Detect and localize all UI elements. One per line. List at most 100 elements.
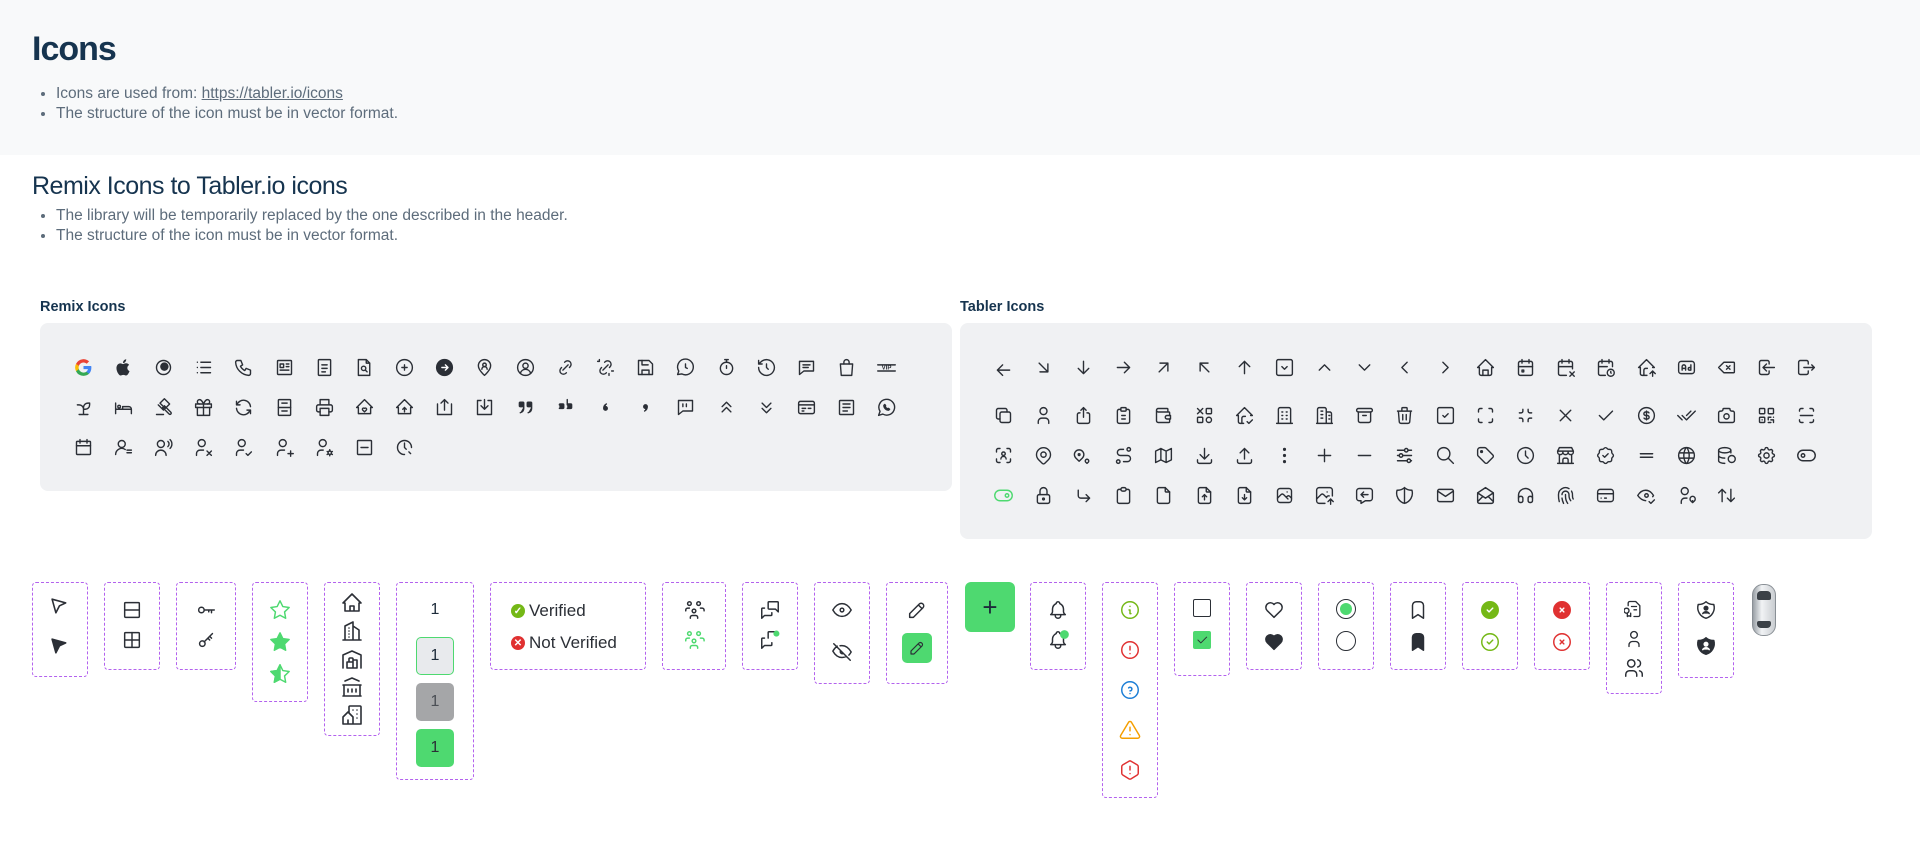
bed-icon: [103, 387, 143, 427]
visibility-group: [814, 582, 870, 684]
note-source-text: Icons are used from:: [56, 85, 202, 102]
users-group: [662, 582, 726, 670]
bookmark-group: [1390, 582, 1446, 670]
user-check-icon: [224, 427, 264, 467]
tabler-link[interactable]: https://tabler.io/icons: [202, 85, 343, 102]
message-quote-icon: [666, 387, 706, 427]
radio-selected[interactable]: [1336, 599, 1356, 619]
car-windshield: [1757, 591, 1771, 600]
key-horizontal-icon: [197, 606, 215, 614]
printer-icon: [304, 387, 344, 427]
remix-icons-panel: VIP: [40, 323, 952, 491]
radio-group: [1318, 582, 1374, 670]
id-badge-icon: [786, 387, 826, 427]
checkmark-icon: [1197, 636, 1208, 644]
copy-icon: [983, 395, 1023, 435]
not-verified-label: Not Verified: [529, 633, 617, 652]
remix-label: Remix Icons: [40, 299, 126, 315]
chevron-up-icon: [1305, 347, 1345, 387]
key-icon: [198, 632, 214, 648]
gift-icon: [184, 387, 224, 427]
file-download-icon: [1224, 475, 1264, 515]
minimize-icon: [1505, 395, 1545, 435]
alert-hexagon-icon: [1121, 760, 1139, 780]
user-types-group: [1606, 582, 1662, 694]
link-icon: [545, 347, 585, 387]
users-group-icon: [685, 601, 705, 619]
dots-vertical-icon: [1264, 435, 1304, 475]
logout-icon: [1787, 347, 1827, 387]
arrow-up-right-icon: [1144, 347, 1184, 387]
tag-icon: [1465, 435, 1505, 475]
arrow-up-left-icon: [1184, 347, 1224, 387]
user-plus-icon: [264, 427, 304, 467]
shield-user-group: [1678, 582, 1734, 678]
notification-group: [1030, 582, 1086, 670]
history-icon: [746, 347, 786, 387]
note-source: Icons are used from: https://tabler.io/i…: [56, 84, 398, 104]
equal-icon: [1626, 435, 1666, 475]
checkbox-unchecked[interactable]: [1193, 599, 1211, 617]
section-notes: The library will be temporarily replaced…: [56, 206, 568, 245]
lock-icon: [1023, 475, 1063, 515]
eye-icon: [832, 602, 852, 618]
verified-label: Verified: [529, 601, 586, 620]
number-active[interactable]: 1: [416, 729, 454, 767]
shopping-bag-icon: [827, 347, 867, 387]
building-skyscraper-icon: [342, 621, 362, 641]
remix-row-2: [63, 387, 907, 427]
plant-icon: [63, 387, 103, 427]
home-up-icon: [385, 387, 425, 427]
number-hover[interactable]: 1: [416, 637, 454, 675]
calendar-time-icon: [1586, 347, 1626, 387]
checkbox-checked[interactable]: [1193, 631, 1211, 649]
clock-pin-icon: [385, 427, 425, 467]
cursor-group: [32, 582, 88, 677]
whatsapp-icon: [867, 387, 907, 427]
vip-icon: VIP: [867, 347, 907, 387]
eye-off-icon: [832, 643, 852, 661]
arrow-down-icon: [1063, 347, 1103, 387]
database-dollar-icon: [1706, 435, 1746, 475]
circle-x-filled-icon: [1553, 601, 1571, 619]
user-x-icon: [184, 427, 224, 467]
heart-outline-icon: [1265, 602, 1283, 619]
photo-icon: [1264, 475, 1304, 515]
chevron-down-icon: [1345, 347, 1385, 387]
arrow-down-right-icon: [1023, 347, 1063, 387]
circle-check-filled-icon: [1481, 601, 1499, 619]
checks-icon: [1666, 395, 1706, 435]
arrow-up-icon: [1224, 347, 1264, 387]
maximize-icon: [1465, 395, 1505, 435]
file-list-icon: [264, 387, 304, 427]
building-warehouse-icon: [342, 650, 362, 669]
apple-icon: [103, 347, 143, 387]
download-icon: [1184, 435, 1224, 475]
message-reply-icon: [1345, 475, 1385, 515]
remix-row-3: [63, 427, 425, 467]
square-check-icon: [1425, 395, 1465, 435]
help-circle-icon: [1121, 681, 1139, 699]
home-outline-icon: [342, 593, 362, 612]
radio-unselected[interactable]: [1336, 631, 1356, 651]
messages-icon: [761, 601, 779, 619]
building-types-group: [324, 582, 380, 736]
calendar-icon: [63, 427, 103, 467]
svg-text:VIP: VIP: [882, 364, 892, 371]
star-outline-icon: [270, 600, 290, 619]
user-icon: [1023, 395, 1063, 435]
pencil-active-button[interactable]: [902, 633, 932, 663]
square-arrow-down-icon: [465, 387, 505, 427]
bookmark-filled-icon: [1411, 633, 1425, 651]
add-fab-button[interactable]: +: [965, 582, 1015, 632]
single-quote-open-icon: [585, 387, 625, 427]
ad-icon: [1666, 347, 1706, 387]
trash-icon: [1385, 395, 1425, 435]
corner-down-right-icon: [1063, 475, 1103, 515]
check-icon: [1586, 395, 1626, 435]
circle-x-outline-icon: [1553, 633, 1571, 651]
number-default[interactable]: 1: [416, 591, 454, 629]
verified-check-icon: ✓: [511, 604, 525, 618]
gavel-icon: [143, 387, 183, 427]
tabler-row-4: [983, 475, 1747, 515]
